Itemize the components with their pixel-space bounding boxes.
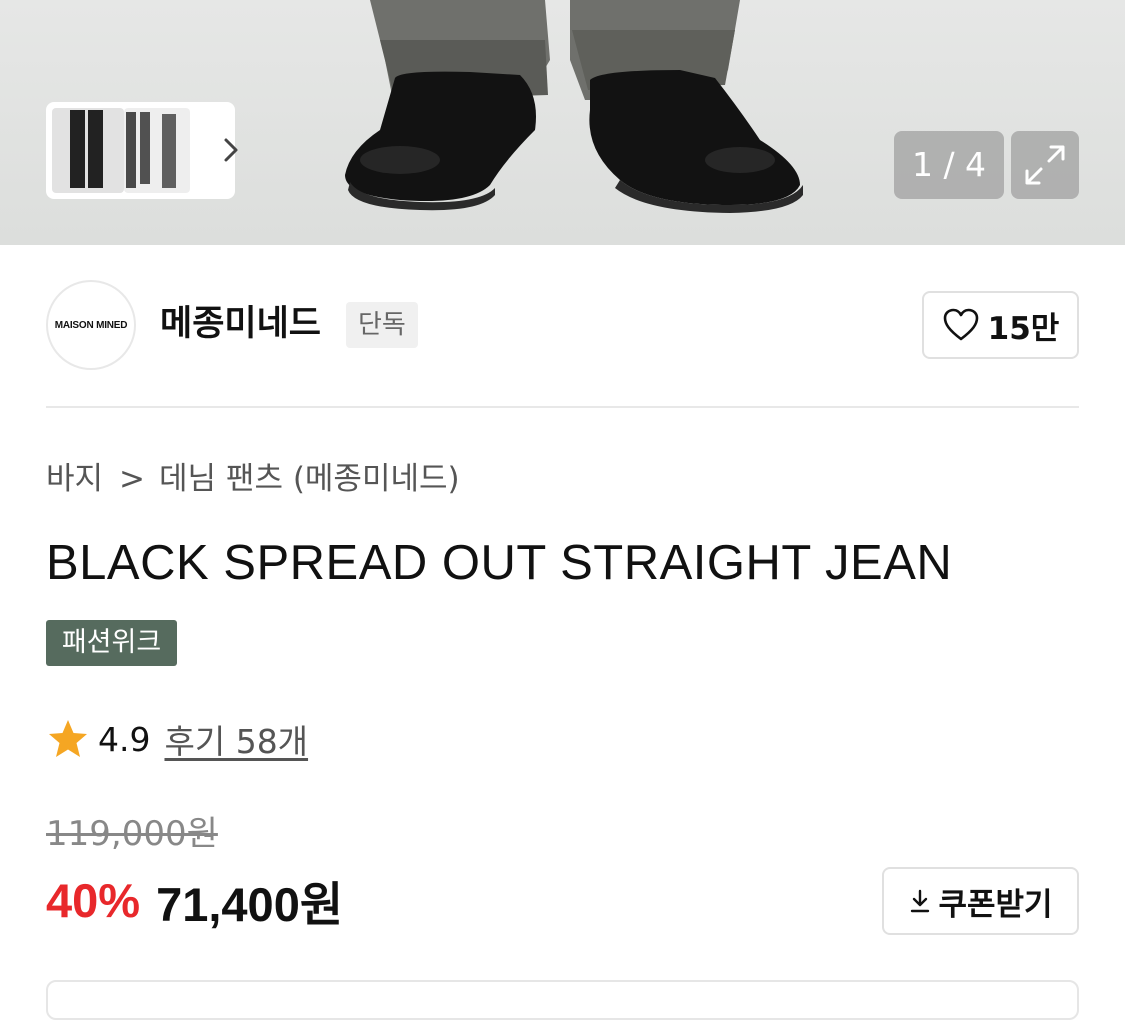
thumbnail-1[interactable] bbox=[52, 108, 124, 193]
coupon-label: 쿠폰받기 bbox=[938, 886, 1053, 923]
expand-icon[interactable] bbox=[1011, 131, 1079, 199]
like-count: 15만 bbox=[987, 310, 1060, 347]
thumbnail-2[interactable] bbox=[124, 108, 190, 193]
chevron-right-icon: > bbox=[119, 461, 146, 497]
brand-logo[interactable]: MAISON MINED bbox=[46, 280, 136, 370]
brand-logo-text: MAISON MINED bbox=[54, 319, 128, 331]
discount-rate: 40% bbox=[46, 873, 141, 927]
reviews-link[interactable]: 후기 58개 bbox=[164, 715, 308, 763]
product-image[interactable]: 1 / 4 bbox=[0, 0, 1125, 245]
like-button[interactable]: 15만 bbox=[922, 291, 1079, 359]
breadcrumb-item-denim[interactable]: 데님 팬츠 (메종미네드) bbox=[159, 461, 460, 497]
thumbnail-strip[interactable] bbox=[46, 102, 238, 199]
price-row: 40% 71,400원 bbox=[46, 870, 343, 931]
image-counter: 1 / 4 bbox=[894, 131, 1004, 199]
download-icon bbox=[911, 889, 930, 913]
breadcrumb-item-pants[interactable]: 바지 bbox=[46, 461, 103, 497]
exclusive-badge: 단독 bbox=[346, 302, 418, 348]
star-icon bbox=[49, 720, 87, 757]
divider bbox=[46, 406, 1079, 408]
rating-score: 4.9 bbox=[98, 719, 151, 759]
fashion-week-tag: 패션위크 bbox=[46, 620, 177, 666]
original-price: 119,000원 bbox=[46, 814, 218, 854]
coupon-button[interactable]: 쿠폰받기 bbox=[882, 867, 1079, 935]
breadcrumb: 바지 > 데님 팬츠 (메종미네드) bbox=[46, 456, 460, 502]
product-title: BLACK SPREAD OUT STRAIGHT JEAN bbox=[46, 536, 953, 590]
rating-row: 4.9 후기 58개 bbox=[46, 712, 308, 766]
heart-icon bbox=[943, 308, 978, 341]
brand-name[interactable]: 메종미네드 bbox=[160, 300, 321, 348]
sale-price: 71,400원 bbox=[156, 877, 344, 931]
info-box bbox=[46, 980, 1079, 1020]
